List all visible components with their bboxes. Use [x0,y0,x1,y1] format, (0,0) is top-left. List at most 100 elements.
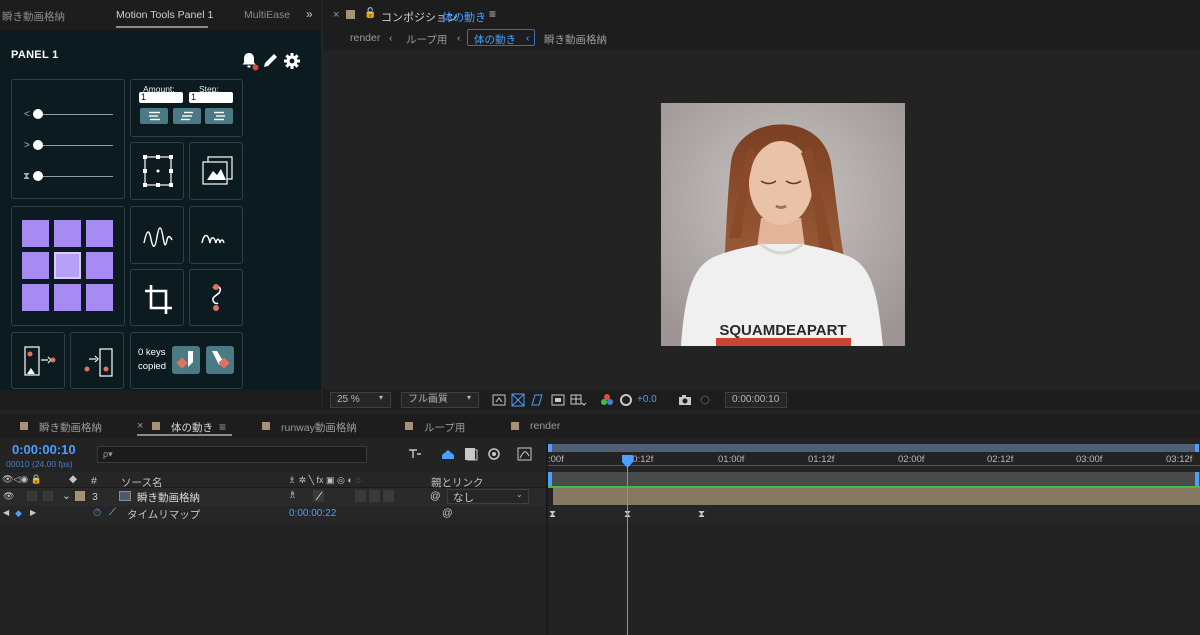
draft-3d-icon[interactable] [440,447,456,461]
tab-motion-tools[interactable]: Motion Tools Panel 1 [116,9,213,21]
distribute-layers-button[interactable] [11,332,65,389]
snapshot-icon[interactable] [678,393,692,407]
twirl-down-icon[interactable]: ⌄ [62,490,71,502]
range-end-handle[interactable] [1195,472,1199,486]
grid-guides-icon[interactable] [570,393,586,407]
playhead[interactable] [627,455,628,635]
copy-keys-button[interactable] [172,346,200,374]
lock-icon[interactable]: 🔓 [364,8,376,19]
stopwatch-icon[interactable]: ⏱ [93,507,101,520]
gear-icon[interactable] [283,52,301,70]
slider-track[interactable] [33,145,113,146]
grid-cell-top-center[interactable] [54,220,81,247]
timeline-tab-body-motion[interactable]: 体の動き [171,420,213,435]
pick-whip-icon[interactable]: @ [430,490,441,502]
paste-keys-button[interactable] [206,346,234,374]
move-anchor-button[interactable] [70,332,124,389]
solo-toggle[interactable] [27,491,37,501]
comp-mini-flowchart-icon[interactable] [407,447,423,461]
graph-editor-icon[interactable] [517,447,532,461]
timeline-tab-blink[interactable]: 瞬き動画格納 [39,420,102,435]
next-keyframe-icon[interactable]: ▶ [30,508,36,517]
link-button[interactable] [189,269,243,326]
bell-icon[interactable] [241,51,259,71]
label-icon[interactable]: ◆ [69,473,77,485]
playhead-handle-icon[interactable] [622,455,633,468]
panel-menu-icon[interactable]: ≡ [219,420,226,434]
slider-knob[interactable] [33,109,43,119]
add-keyframe-icon[interactable]: ◆ [15,508,22,519]
keyframe-icon[interactable]: ⧗ [698,509,705,520]
grid-cell-middle-left[interactable] [22,252,49,279]
slider-knob[interactable] [33,171,43,181]
timeline-tab-runway[interactable]: runway動画格納 [281,420,357,435]
current-time-field[interactable]: 0:00:00:10 [725,392,787,408]
double-chevron-right-icon[interactable]: » [306,7,313,21]
panel-menu-icon[interactable]: ≡ [489,7,496,21]
lock-toggle[interactable] [43,491,53,501]
hide-shy-layers-icon[interactable] [464,447,478,461]
close-icon[interactable]: × [333,9,339,21]
work-area-bar[interactable] [550,444,1198,452]
graph-icon[interactable]: ⟋ [109,507,116,518]
region-of-interest-icon[interactable] [551,393,565,407]
layer-search-input[interactable]: ρ▾ [97,446,367,463]
amount-input[interactable]: 1 [139,92,183,103]
breadcrumb-current[interactable]: 体の動き [474,32,516,47]
comp-tab-name[interactable]: 体の動き [442,9,486,25]
frame-blending-icon[interactable] [487,447,501,461]
fast-preview-icon[interactable] [492,393,506,407]
step-input[interactable]: 1 [189,92,233,103]
mask-visibility-icon[interactable] [530,393,544,407]
shy-switch-icon[interactable]: ♗ [288,490,297,501]
close-icon[interactable]: × [137,420,143,432]
eye-icon[interactable]: 👁 [3,491,14,502]
breadcrumb-loop[interactable]: ループ用 [406,32,447,47]
layer-duration-bar[interactable] [553,488,1200,505]
reset-exposure-icon[interactable] [619,393,633,407]
transparency-grid-icon[interactable] [511,393,525,407]
slider-knob[interactable] [33,140,43,150]
exposure-value[interactable]: +0.0 [637,394,657,405]
grid-cell-center[interactable] [54,252,81,279]
3d-layer-switch[interactable] [383,490,394,502]
show-snapshot-icon[interactable] [698,393,712,407]
tab-multiease[interactable]: MultiEase [244,9,290,21]
slider-track[interactable] [33,114,113,115]
grid-cell-bottom-left[interactable] [22,284,49,311]
breadcrumb-blink[interactable]: 瞬き動画格納 [544,32,607,47]
grid-cell-top-right[interactable] [86,220,113,247]
adjustment-switch[interactable] [369,490,380,502]
motion-blur-switch[interactable] [355,490,366,502]
switches-header-icon[interactable]: ♗ ✲ ╲ fx ▣ ◎ ◐ ◌ [288,475,361,486]
visibility-icon[interactable]: 👁◁◉ 🔒 [2,474,42,485]
breadcrumb-render[interactable]: render [350,32,380,44]
bounce-button[interactable] [189,206,243,264]
grid-cell-top-left[interactable] [22,220,49,247]
timeline-tab-render[interactable]: render [530,420,560,432]
channel-icon[interactable] [600,393,614,407]
timeline-timecode[interactable]: 0:00:00:10 [12,442,76,457]
crop-button[interactable] [130,269,184,326]
align-right-button[interactable] [205,108,233,124]
slider-track[interactable] [33,176,113,177]
expression-pick-whip-icon[interactable]: @ [442,507,453,519]
grid-cell-bottom-center[interactable] [54,284,81,311]
align-left-button[interactable] [140,108,168,124]
property-row[interactable] [0,506,546,522]
keyframe-icon[interactable]: ⧗ [549,509,556,520]
prev-keyframe-icon[interactable]: ◀ [3,508,9,517]
timeline-tab-loop[interactable]: ループ用 [424,420,465,435]
anchor-point-button[interactable] [130,142,184,200]
align-center-button[interactable] [173,108,201,124]
comp-range-bar[interactable] [548,472,1200,486]
layer-name[interactable]: 瞬き動画格納 [137,490,200,505]
pencil-icon[interactable] [262,52,279,69]
property-value[interactable]: 0:00:00:22 [289,508,336,519]
wiggle-button[interactable] [130,206,184,264]
grid-cell-bottom-right[interactable] [86,284,113,311]
tab-blink-comp[interactable]: 瞬き動画格納 [2,9,65,24]
layer-label-swatch[interactable] [75,491,85,501]
range-start-handle[interactable] [548,472,552,486]
grid-cell-middle-right[interactable] [86,252,113,279]
